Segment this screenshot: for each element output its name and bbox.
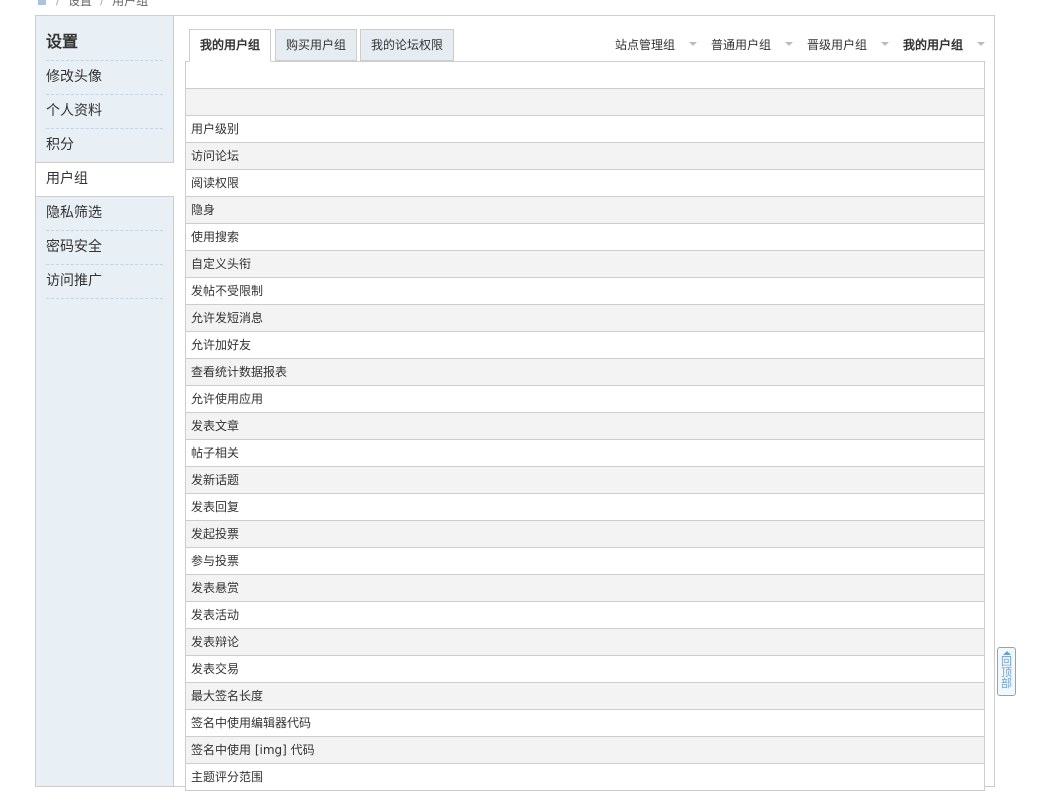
table-row: 参与投票 xyxy=(186,548,984,575)
table-row: 使用搜索 xyxy=(186,224,984,251)
breadcrumb: / 设置 / 用户组 xyxy=(36,0,148,8)
table-row: 发表悬赏 xyxy=(186,575,984,602)
sidebar-item-avatar[interactable]: 修改头像 xyxy=(46,61,163,95)
tab-buy-usergroup[interactable]: 购买用户组 xyxy=(275,29,358,61)
group-switch-label: 晋级用户组 xyxy=(806,37,867,52)
sidebar-item-profile[interactable]: 个人资料 xyxy=(46,95,163,129)
table-row xyxy=(186,89,984,116)
breadcrumb-item-settings[interactable]: 设置 xyxy=(68,0,92,9)
group-switcher: 站点管理组 普通用户组 晋级用户组 我的用户组 xyxy=(601,28,985,60)
table-row: 用户级别 xyxy=(186,116,984,143)
table-row: 主题评分范围 xyxy=(186,764,984,791)
table-row: 允许加好友 xyxy=(186,332,984,359)
table-row: 发新话题 xyxy=(186,467,984,494)
caret-down-icon xyxy=(688,42,697,46)
table-row: 发表辩论 xyxy=(186,629,984,656)
sidebar-item-usergroup[interactable]: 用户组 xyxy=(36,162,174,197)
table-row: 自定义头衔 xyxy=(186,251,984,278)
sidebar-item-credits[interactable]: 积分 xyxy=(46,129,163,162)
table-row: 最大签名长度 xyxy=(186,683,984,710)
table-row: 发帖不受限制 xyxy=(186,278,984,305)
breadcrumb-item-usergroup[interactable]: 用户组 xyxy=(112,0,148,9)
main-content: 我的用户组 购买用户组 我的论坛权限 站点管理组 普通用户组 晋级用户组 我的用… xyxy=(185,28,985,791)
sidebar-title: 设置 xyxy=(46,16,163,61)
group-switch-promoted[interactable]: 晋级用户组 xyxy=(807,36,889,53)
table-row: 允许发短消息 xyxy=(186,305,984,332)
table-row: 访问论坛 xyxy=(186,143,984,170)
tab-forum-permissions[interactable]: 我的论坛权限 xyxy=(360,29,455,61)
group-switch-normal[interactable]: 普通用户组 xyxy=(711,36,793,53)
tab-bar: 我的用户组 购买用户组 我的论坛权限 站点管理组 普通用户组 晋级用户组 我的用… xyxy=(185,28,985,62)
table-row: 发表文章 xyxy=(186,413,984,440)
table-row: 发表交易 xyxy=(186,656,984,683)
permissions-table: 用户级别 访问论坛 阅读权限 隐身 使用搜索 自定义头衔 发帖不受限制 允许发短消息 允许加好友… xyxy=(185,62,985,791)
caret-down-icon xyxy=(977,42,985,46)
table-row xyxy=(186,62,984,89)
breadcrumb-separator: / xyxy=(56,0,61,7)
back-to-top-label: 回顶部 xyxy=(1001,655,1012,690)
caret-down-icon xyxy=(784,42,793,46)
breadcrumb-separator: / xyxy=(100,0,105,7)
settings-panel: 设置 修改头像 个人资料 积分 用户组 隐私筛选 密码安全 访问推广 我的用户组… xyxy=(35,15,995,791)
sidebar: 设置 修改头像 个人资料 积分 用户组 隐私筛选 密码安全 访问推广 xyxy=(36,16,174,786)
tab-my-usergroup[interactable]: 我的用户组 xyxy=(189,29,272,62)
home-icon[interactable] xyxy=(36,0,48,5)
sidebar-item-password[interactable]: 密码安全 xyxy=(46,231,163,265)
back-to-top-button[interactable]: 回顶部 xyxy=(997,647,1016,696)
table-row: 发起投票 xyxy=(186,521,984,548)
table-row: 阅读权限 xyxy=(186,170,984,197)
table-row: 允许使用应用 xyxy=(186,386,984,413)
group-switch-label: 我的用户组 xyxy=(902,37,963,52)
table-row: 隐身 xyxy=(186,197,984,224)
sidebar-item-privacy[interactable]: 隐私筛选 xyxy=(46,197,163,231)
table-row: 签名中使用 [img] 代码 xyxy=(186,737,984,764)
table-row: 查看统计数据报表 xyxy=(186,359,984,386)
group-switch-admin[interactable]: 站点管理组 xyxy=(615,36,697,53)
sidebar-item-promotion[interactable]: 访问推广 xyxy=(46,265,163,299)
group-switch-label: 站点管理组 xyxy=(614,37,675,52)
table-row: 发表活动 xyxy=(186,602,984,629)
group-switch-label: 普通用户组 xyxy=(710,37,771,52)
table-row: 帖子相关 xyxy=(186,440,984,467)
table-row: 发表回复 xyxy=(186,494,984,521)
caret-down-icon xyxy=(880,42,889,46)
table-row: 签名中使用编辑器代码 xyxy=(186,710,984,737)
group-switch-mine[interactable]: 我的用户组 xyxy=(903,36,985,53)
